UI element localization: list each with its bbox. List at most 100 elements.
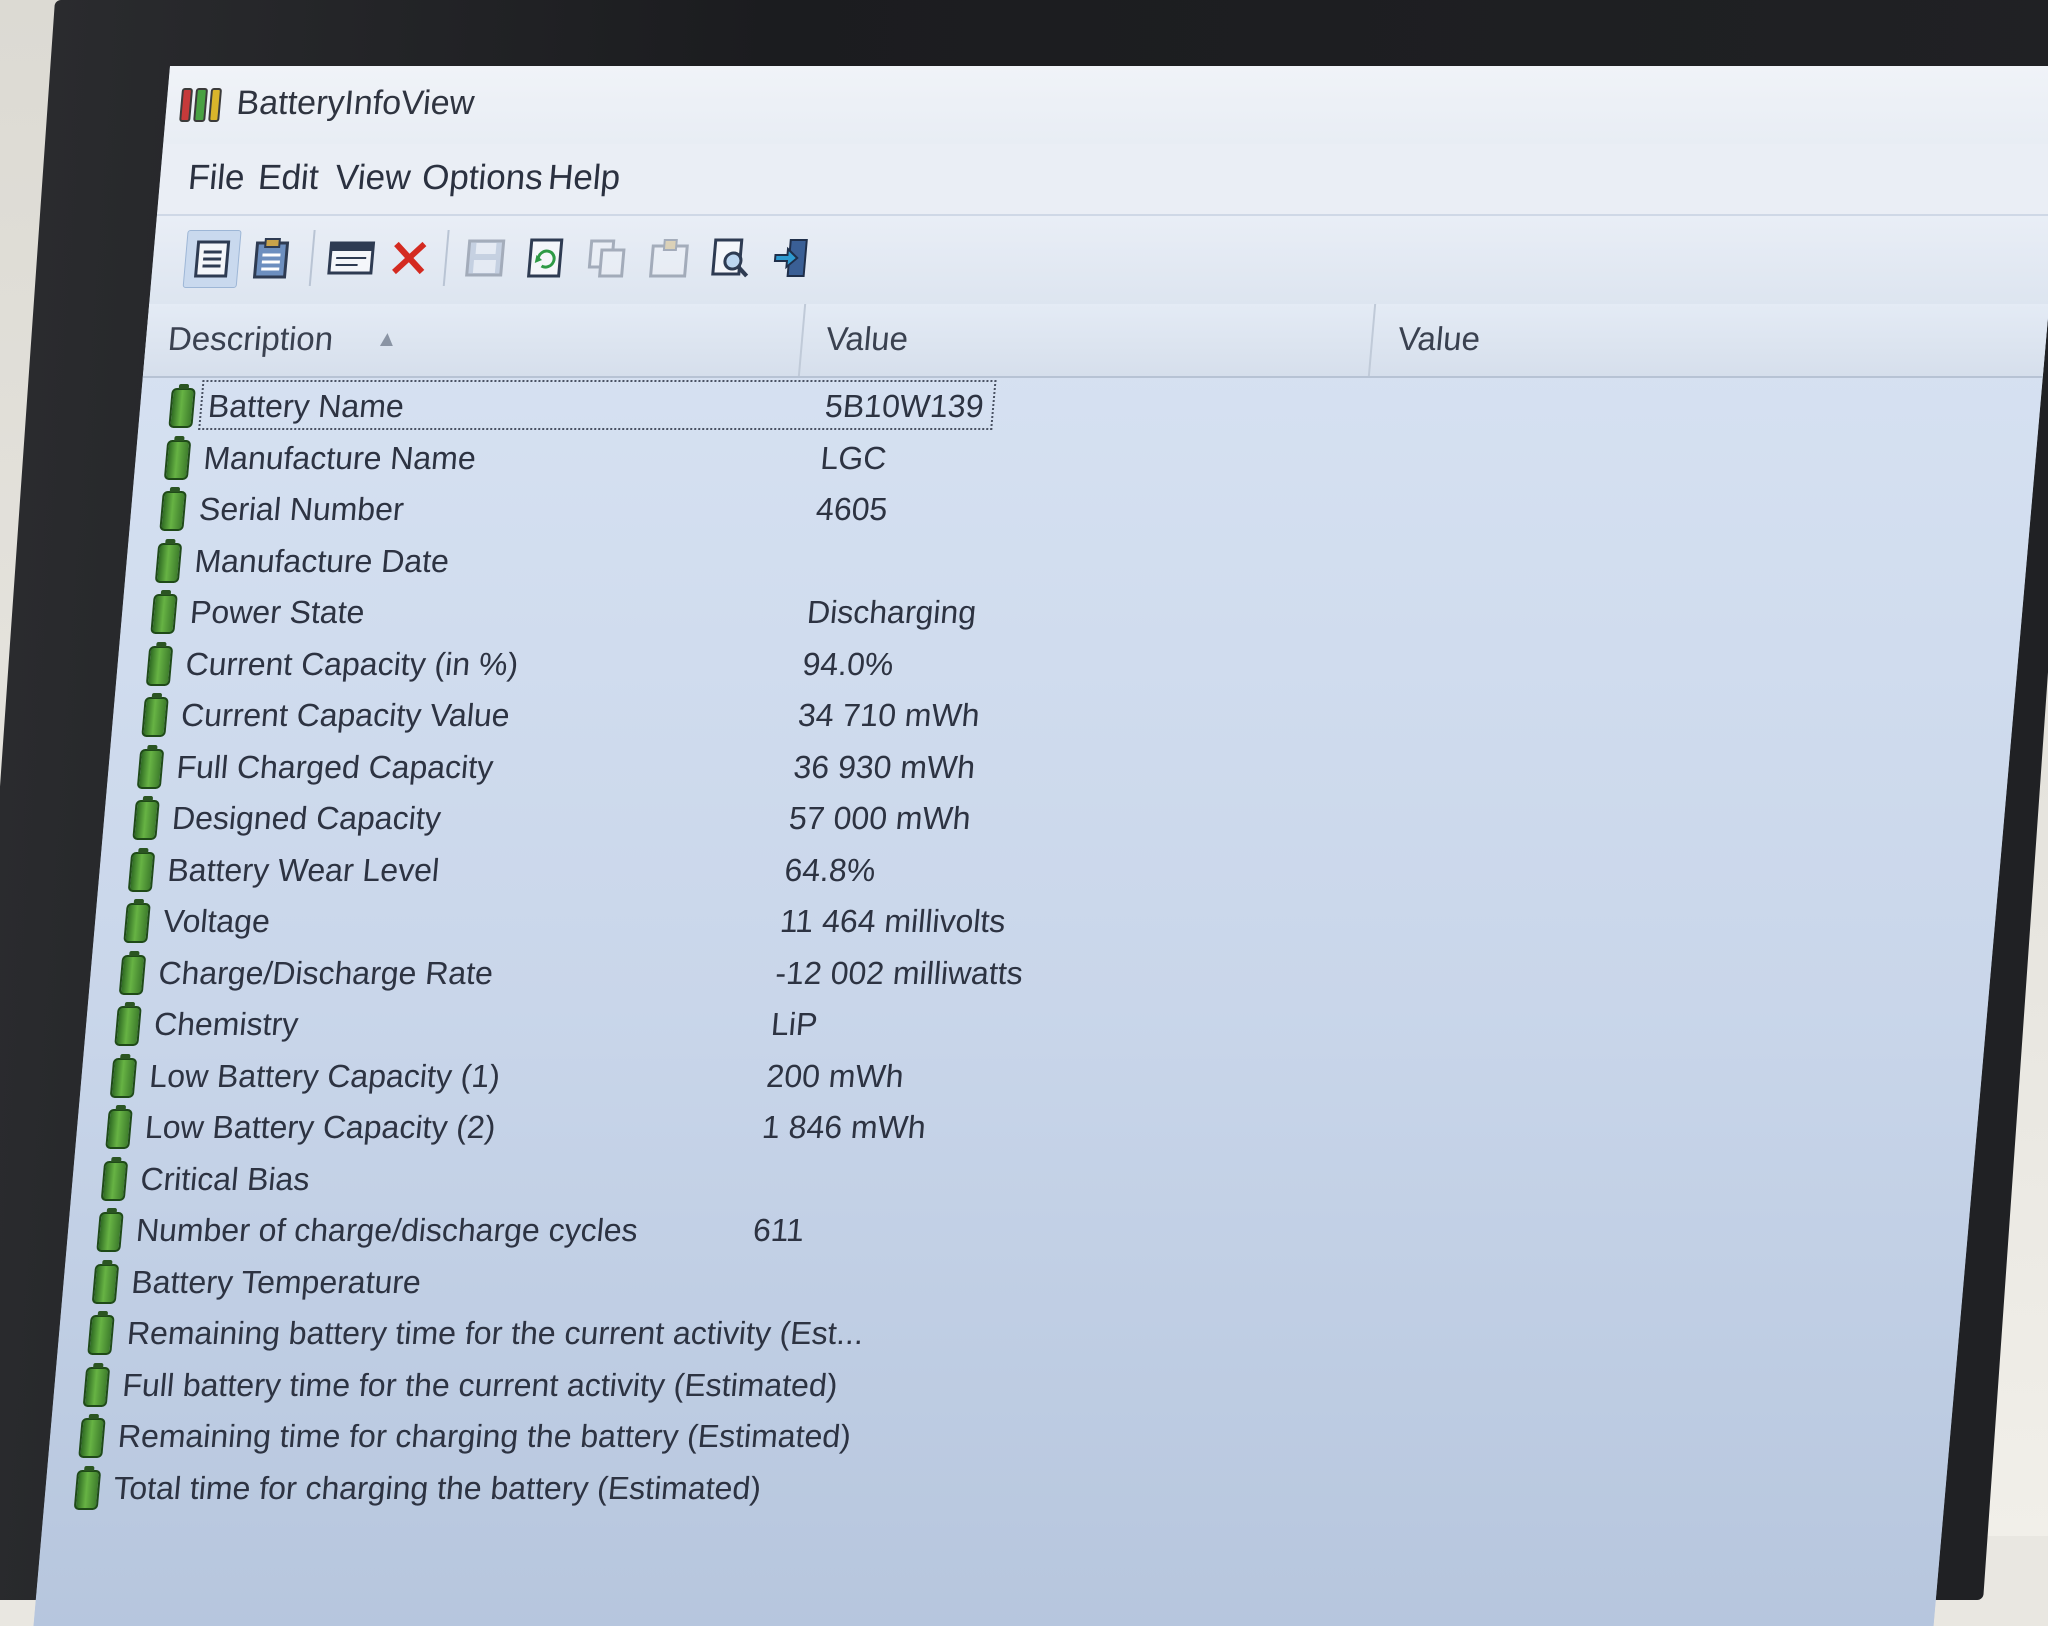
menu-help[interactable]: Help	[546, 158, 622, 198]
table-row[interactable]: Remaining time for charging the battery …	[48, 1412, 1952, 1460]
battery-icon	[100, 1160, 129, 1201]
table-row[interactable]: Manufacture Date	[125, 537, 2029, 585]
table-row[interactable]: Low Battery Capacity (1) 200 mWh	[80, 1052, 1984, 1100]
row-description: Current Capacity (in %)	[184, 645, 520, 682]
row-value: 5B10W139	[823, 388, 986, 424]
menu-file[interactable]: File	[186, 158, 247, 198]
copy-icon[interactable]	[579, 230, 636, 286]
toolbar	[149, 214, 2048, 306]
delete-icon[interactable]	[381, 230, 438, 286]
row-description: Total time for charging the battery (Est…	[112, 1469, 763, 1506]
table-row[interactable]: Current Capacity Value 34 710 mWh	[111, 691, 2015, 739]
battery-icon	[87, 1315, 115, 1355]
table-row[interactable]: Charge/Discharge Rate -12 002 milliwatts	[89, 949, 1993, 997]
row-value: -12 002 milliwatts	[774, 954, 1025, 991]
row-value: 1 846 mWh	[760, 1109, 928, 1145]
table-row[interactable]: Critical Bias	[71, 1155, 1975, 1203]
battery-icon	[127, 851, 156, 892]
save-icon[interactable]	[457, 230, 514, 286]
battery-icon	[105, 1109, 133, 1149]
table-row[interactable]: Remaining battery time for the current a…	[57, 1309, 1961, 1357]
table-row[interactable]: Full Charged Capacity 36 930 mWh	[107, 743, 2011, 791]
toolbar-separator	[442, 230, 450, 286]
row-description: Critical Bias	[139, 1160, 312, 1197]
battery-info-list[interactable]: Description ▲ Value Value Battery Name 5B…	[33, 304, 2048, 1626]
table-row[interactable]: Total time for charging the battery (Est…	[44, 1464, 1948, 1512]
toolbar-separator	[308, 230, 316, 286]
battery-icon	[154, 542, 183, 583]
battery-icon	[118, 954, 147, 995]
battery-icon	[109, 1057, 138, 1098]
row-description: Low Battery Capacity (1)	[148, 1057, 502, 1094]
table-row[interactable]: Chemistry LiP	[84, 1000, 1988, 1048]
row-description: Voltage	[161, 903, 272, 939]
table-row[interactable]: Manufacture Name LGC	[134, 434, 2038, 482]
row-value: 4605	[814, 491, 890, 527]
table-row[interactable]: Battery Wear Level 64.8%	[98, 846, 2002, 894]
table-row[interactable]: Voltage 11 464 millivolts	[93, 897, 1997, 945]
battery-icon	[163, 439, 192, 480]
row-value: Discharging	[805, 594, 978, 630]
table-row[interactable]: Battery Name 5B10W139	[138, 380, 2042, 430]
row-description: Remaining battery time for the current a…	[125, 1315, 865, 1351]
row-description-cell: Remaining battery time for the current a…	[119, 1309, 913, 1355]
battery-icon	[145, 645, 174, 686]
table-row[interactable]: Serial Number 4605	[129, 485, 2033, 533]
table-row[interactable]: Low Battery Capacity (2) 1 846 mWh	[75, 1103, 1979, 1151]
table-row[interactable]: Number of charge/discharge cycles 611	[66, 1206, 1970, 1254]
row-value: 611	[751, 1212, 806, 1248]
menu-edit[interactable]: Edit	[256, 158, 321, 198]
row-description: Manufacture Date	[193, 542, 451, 579]
exit-icon[interactable]	[763, 230, 820, 286]
refresh-icon[interactable]	[517, 230, 574, 286]
properties-icon[interactable]	[641, 230, 698, 286]
table-row[interactable]: Full battery time for the current activi…	[53, 1361, 1957, 1409]
battery-icon	[78, 1418, 106, 1458]
list-header: Description ▲ Value Value	[142, 304, 2048, 378]
row-description: Manufacture Name	[202, 439, 478, 476]
row-value: 11 464 millivolts	[778, 903, 1008, 939]
row-description: Number of charge/discharge cycles	[134, 1212, 640, 1248]
column-header-description[interactable]: Description	[166, 320, 335, 358]
window-title: BatteryInfoView	[235, 84, 476, 122]
table-row[interactable]: Current Capacity (in %) 94.0%	[116, 640, 2020, 688]
row-description: Chemistry	[152, 1006, 300, 1042]
view-list-icon[interactable]	[182, 230, 242, 288]
properties-window-icon[interactable]	[323, 230, 380, 286]
row-value: LiP	[769, 1006, 820, 1042]
table-row[interactable]: Battery Temperature	[62, 1258, 1966, 1306]
column-divider[interactable]	[1367, 304, 1377, 376]
row-description: Power State	[188, 594, 367, 630]
table-row[interactable]: Power State Discharging	[120, 588, 2024, 636]
battery-icon	[73, 1469, 102, 1510]
row-description: Remaining time for charging the battery …	[116, 1418, 853, 1454]
battery-icon	[150, 594, 178, 634]
row-description-cell: Battery Temperature	[124, 1258, 918, 1304]
battery-icon	[91, 1263, 120, 1304]
row-description: Designed Capacity	[170, 800, 443, 836]
row-description-cell: Chemistry	[146, 1000, 940, 1046]
find-icon[interactable]	[703, 230, 760, 286]
app-icon	[179, 88, 223, 122]
menu-bar: File Edit View Options Help	[157, 144, 2048, 214]
row-description: Low Battery Capacity (2)	[143, 1109, 498, 1145]
battery-icon	[96, 1212, 124, 1252]
battery-icon	[159, 491, 187, 531]
battery-icon	[168, 388, 196, 428]
menu-view[interactable]: View	[333, 158, 413, 198]
row-value: 200 mWh	[765, 1057, 906, 1094]
title-bar: BatteryInfoView	[163, 66, 2048, 144]
row-description-cell: Remaining time for charging the battery …	[110, 1412, 904, 1458]
menu-options[interactable]: Options	[420, 158, 545, 198]
battery-icon	[136, 748, 165, 789]
clipboard-icon[interactable]	[243, 230, 300, 286]
column-header-value-2[interactable]: Value	[1396, 320, 1482, 358]
column-divider[interactable]	[797, 304, 807, 376]
battery-icon	[82, 1366, 111, 1407]
row-description-cell: Critical Bias	[133, 1155, 927, 1201]
table-row[interactable]: Designed Capacity 57 000 mWh	[102, 794, 2006, 842]
column-header-value[interactable]: Value	[824, 320, 910, 358]
row-value: LGC	[819, 439, 889, 476]
sort-arrow-icon: ▲	[375, 326, 400, 351]
row-description-cell: Full battery time for the current activi…	[115, 1361, 909, 1407]
